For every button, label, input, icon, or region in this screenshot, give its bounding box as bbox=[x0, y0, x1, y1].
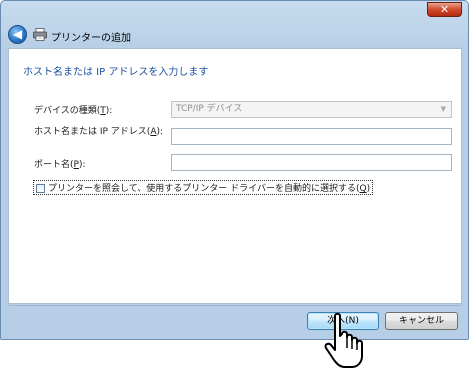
hand-pointer-icon bbox=[324, 312, 363, 368]
port-input[interactable] bbox=[171, 154, 452, 171]
back-arrow-icon[interactable]: ◀ bbox=[8, 25, 27, 44]
wizard-content: ホスト名または IP アドレスを入力します デバイスの種類(T): TCP/IP… bbox=[8, 48, 462, 304]
chevron-down-icon: ▼ bbox=[440, 105, 446, 113]
add-printer-window: ✕ ◀ プリンターの追加 ホスト名または IP アドレスを入力します デバイスの… bbox=[0, 0, 469, 340]
device-type-label: デバイスの種類(T): bbox=[34, 106, 113, 116]
printer-icon bbox=[33, 28, 47, 41]
cancel-button[interactable]: キャンセル bbox=[385, 312, 458, 330]
window-title: プリンターの追加 bbox=[51, 33, 131, 44]
device-type-value: TCP/IP デバイス bbox=[176, 104, 243, 114]
query-printer-label: プリンターを照会して、使用するプリンター ドライバーを自動的に選択する(Q) bbox=[48, 184, 371, 194]
port-label: ポート名(P): bbox=[34, 160, 86, 170]
host-label: ホスト名または IP アドレス(A): bbox=[34, 127, 164, 137]
footer-divider bbox=[9, 305, 461, 306]
device-type-select[interactable]: TCP/IP デバイス ▼ bbox=[171, 101, 452, 118]
close-button[interactable]: ✕ bbox=[427, 2, 462, 17]
query-printer-checkbox[interactable] bbox=[36, 184, 45, 193]
host-input[interactable] bbox=[171, 128, 452, 145]
page-heading: ホスト名または IP アドレスを入力します bbox=[23, 67, 209, 78]
query-printer-option[interactable]: プリンターを照会して、使用するプリンター ドライバーを自動的に選択する(Q) bbox=[33, 180, 374, 195]
